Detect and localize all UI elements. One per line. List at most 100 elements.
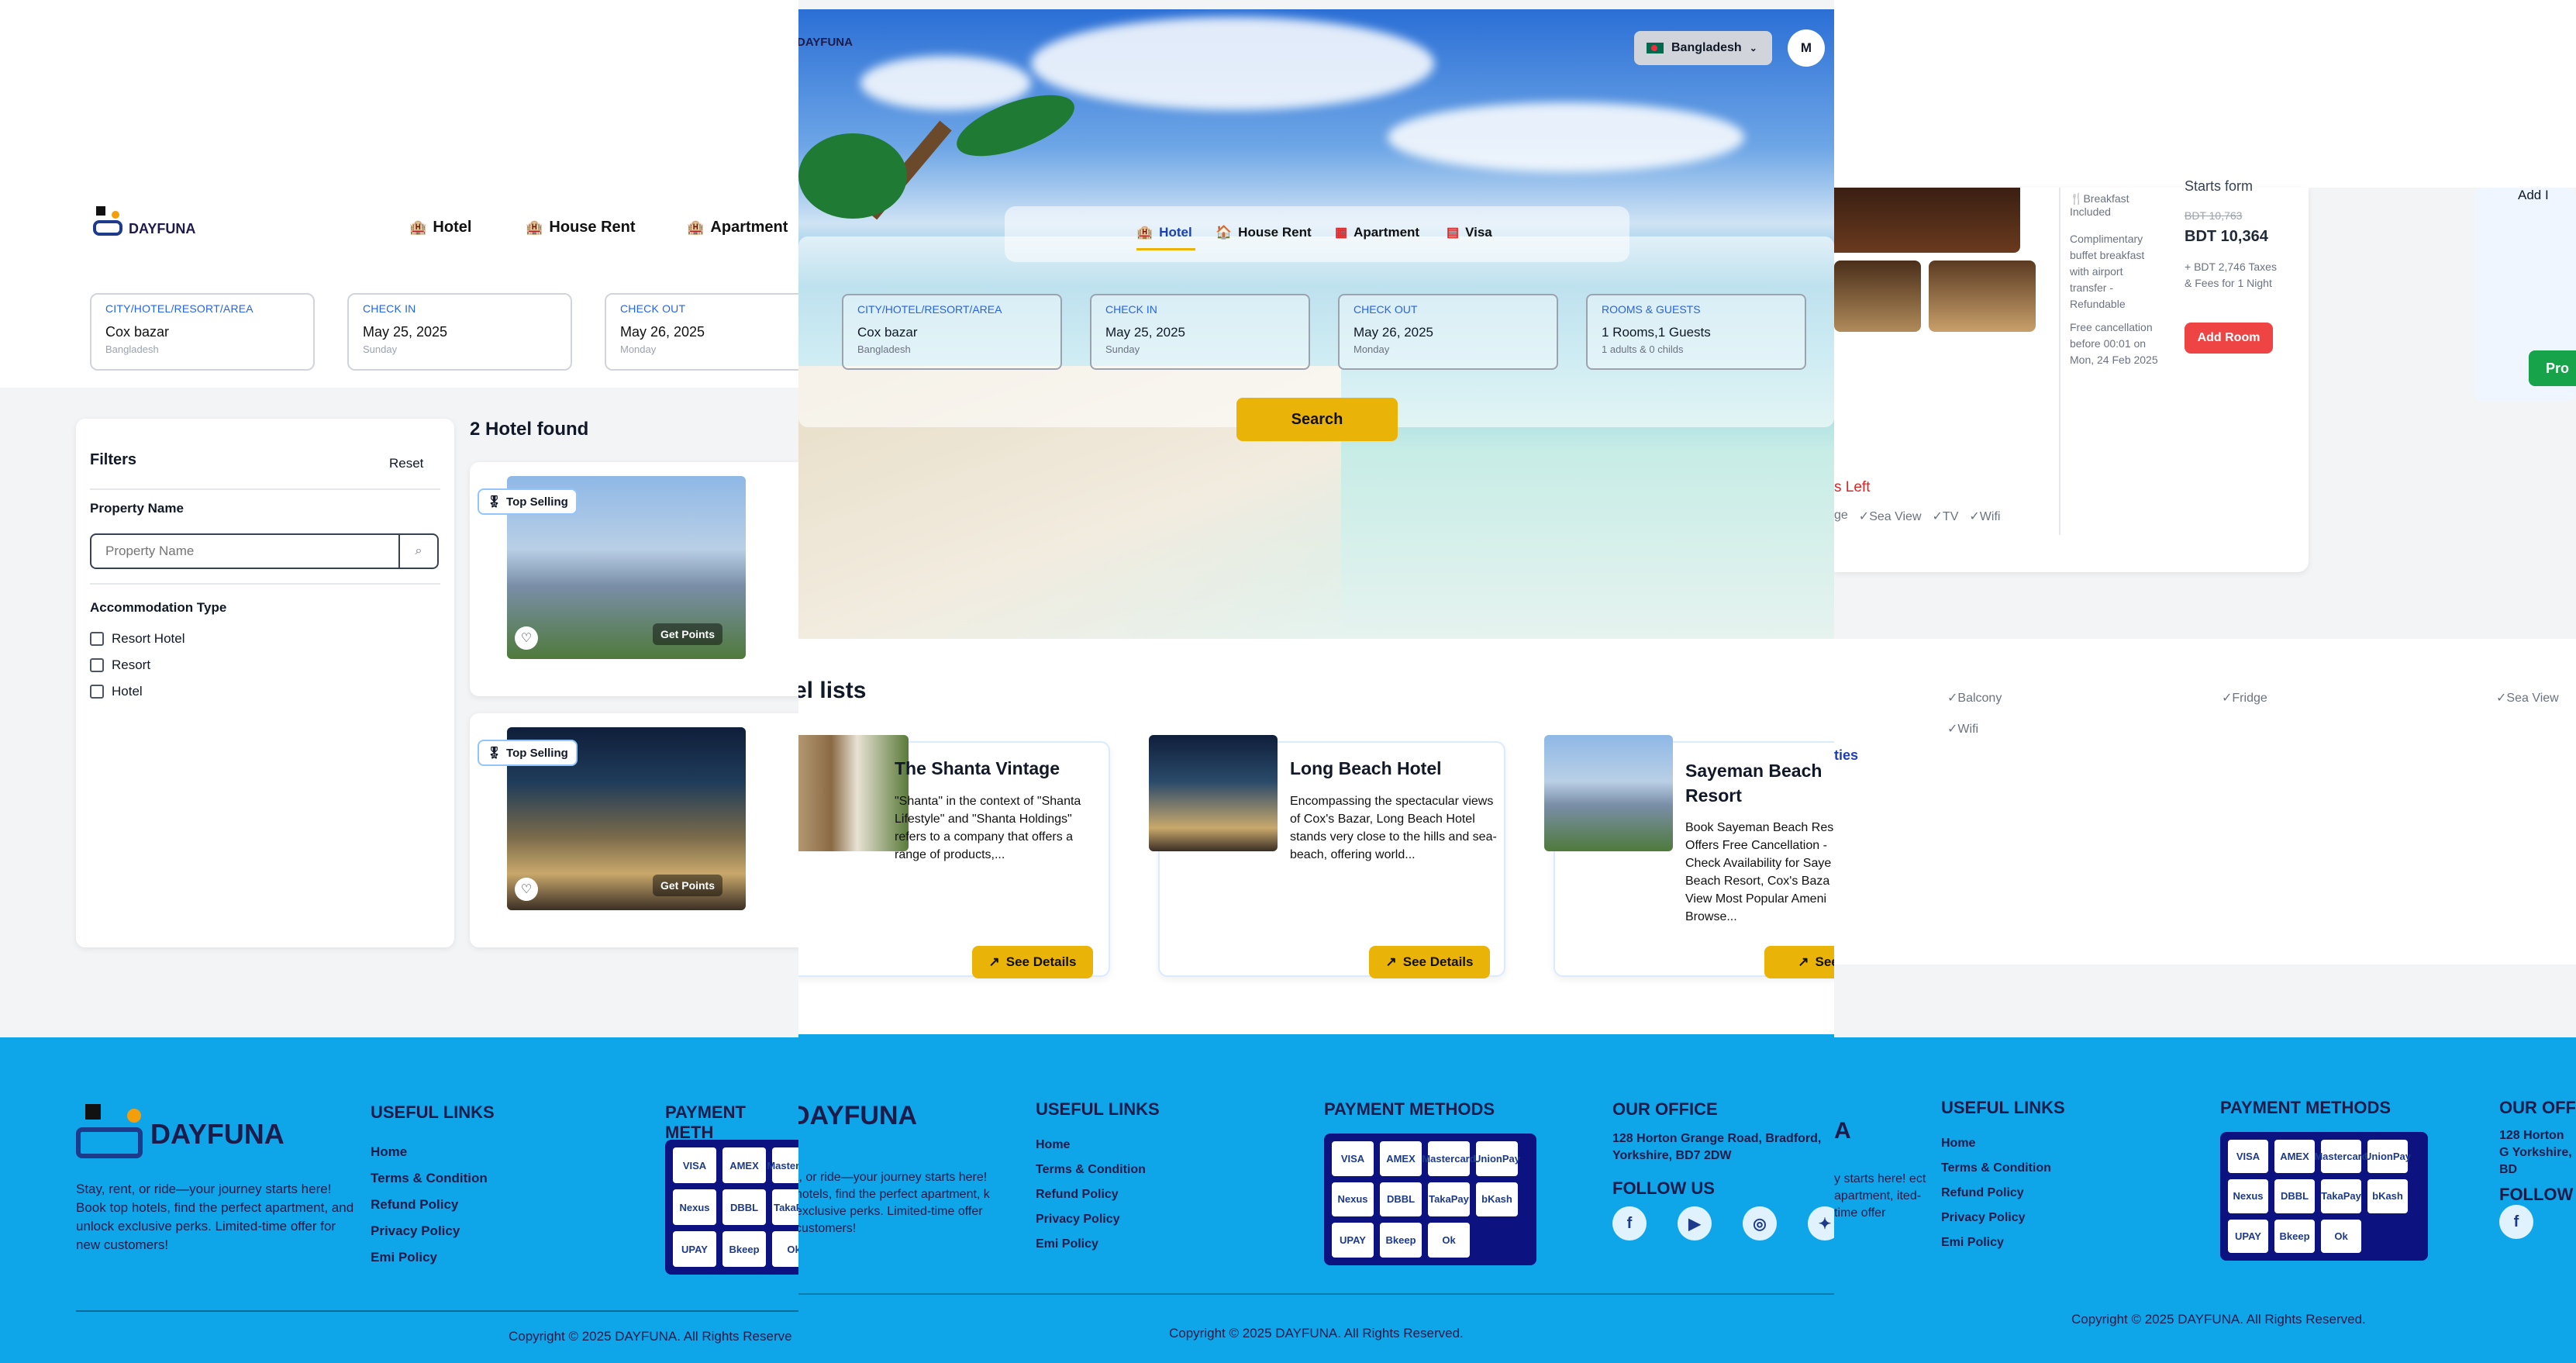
tab-label: Visa [1465,225,1492,240]
footer-link-refund[interactable]: Refund Policy [371,1197,495,1213]
footer: A y starts here! ect apartment, ited-tim… [1834,1037,2576,1363]
checkin-field[interactable]: CHECK IN May 25, 2025 Sunday [347,293,572,371]
brand-logo[interactable]: DAYFUNA [93,206,195,237]
search-icon[interactable]: ⌕ [398,535,437,568]
option-resort-hotel[interactable]: Resort Hotel [90,631,184,647]
option-hotel[interactable]: Hotel [90,684,184,699]
footer-link-home[interactable]: Home [371,1144,495,1160]
heart-icon[interactable]: ♡ [515,878,538,901]
hotel-result-card[interactable]: 🎖 Top Selling Get Points ♡ [470,713,798,947]
hero-banner: DAYFUNA Bangladesh ⌄ M 🏨 Hotel 🏠 House Ren… [798,9,1834,639]
youtube-icon[interactable]: ▶ [1678,1206,1712,1241]
top-selling-badge: 🎖 Top Selling [478,740,578,766]
proceed-button[interactable]: Pro [2529,350,2576,386]
rooms-guests-field[interactable]: ROOMS & GUESTS 1 Rooms,1 Guests 1 adults… [1586,294,1806,370]
hotel-image[interactable] [798,735,909,851]
arrow-up-right-icon: ↗ [1385,954,1397,969]
footer-logo[interactable]: DAYFUNA [76,1104,284,1158]
facebook-icon[interactable]: f [1612,1206,1647,1241]
footer-link-emi[interactable]: Emi Policy [1941,1236,2065,1250]
instagram-icon[interactable]: ◎ [1743,1206,1777,1241]
award-icon: 🎖 [487,495,502,509]
property-name-input[interactable] [91,535,398,568]
footer-link-terms[interactable]: Terms & Condition [371,1171,495,1186]
footer-link-terms[interactable]: Terms & Condition [1941,1161,2065,1175]
checkin-field[interactable]: CHECK IN May 25, 2025 Sunday [1090,294,1310,370]
see-details-button[interactable]: ↗ See Details [972,946,1093,978]
mastercard-logo: Mastercard [2314,1140,2368,1174]
accommodation-label: Accommodation Type [90,600,227,615]
footer-link-terms[interactable]: Terms & Condition [1036,1163,1160,1177]
tab-label: Hotel [1159,225,1192,240]
hotel-result-card[interactable]: 🎖 Top Selling Get Points ♡ [470,462,798,696]
checkout-label: CHECK OUT [1354,303,1418,316]
ok-logo: Ok [2321,1219,2361,1253]
heart-icon[interactable]: ♡ [515,626,538,650]
room-thumbnail[interactable] [1929,261,2036,332]
amenity: ✓TV [1932,510,1959,523]
hotel-card-long-beach[interactable]: Long Beach Hotel Encompassing the specta… [1149,735,1505,978]
footer-link-privacy[interactable]: Privacy Policy [1941,1211,2065,1225]
checkbox[interactable] [90,632,104,646]
checkout-field[interactable]: CHECK OUT May 26, 2025 Monday [1338,294,1558,370]
tab-visa[interactable]: ▤ Visa [1447,225,1492,240]
hotel-card-shanta[interactable]: The Shanta Vintage "Shanta" in the conte… [798,735,1110,978]
bkash-logo: bKash [2367,1179,2408,1213]
search-button[interactable]: Search [1236,398,1398,441]
tab-label: House Rent [1238,225,1312,240]
footer-link-home[interactable]: Home [1036,1138,1160,1152]
bangladesh-flag-icon [1647,43,1664,53]
brand-name[interactable]: DAYFUNA [798,36,853,49]
nav-hotel[interactable]: 🏨 Hotel [409,219,471,236]
hotel-image[interactable] [1544,735,1673,851]
footer-link-refund[interactable]: Refund Policy [1941,1186,2065,1200]
option-resort[interactable]: Resort [90,657,184,673]
visa-logo: VISA [673,1147,716,1183]
takapay-logo: TakaPay [1428,1182,1470,1217]
location-field[interactable]: CITY/HOTEL/RESORT/AREA Cox bazar Banglad… [90,293,315,371]
checkout-field[interactable]: CHECK OUT May 26, 2025 Monday [605,293,798,371]
room-image[interactable] [1834,188,2020,253]
nav-house-rent[interactable]: 🏨 House Rent [526,219,636,236]
nav-apartment[interactable]: 🏨 Apartment [687,219,788,236]
office: OUR OFFICE 128 Horton Grange Road, Bradf… [1612,1099,1829,1199]
reset-button[interactable]: Reset [389,456,423,471]
checkin-sub: Sunday [363,343,398,355]
checkbox[interactable] [90,658,104,672]
footer-link-refund[interactable]: Refund Policy [1036,1188,1160,1202]
facilities-link[interactable]: ties [1834,747,1858,764]
room-thumbnail[interactable] [1834,261,1921,332]
see-details-button[interactable]: ↗ See Details [1369,946,1490,978]
button-label: See D [1815,954,1835,969]
location-value: Cox bazar [105,324,170,340]
location-sub: Bangladesh [105,343,159,355]
footer-link-privacy[interactable]: Privacy Policy [1036,1213,1160,1227]
tab-hotel[interactable]: 🏨 Hotel [1136,225,1192,240]
nexus-logo: Nexus [1332,1182,1374,1217]
footer-link-emi[interactable]: Emi Policy [1036,1237,1160,1251]
add-room-button[interactable]: Add Room [2185,323,2273,354]
checkbox[interactable] [90,685,104,699]
location-field[interactable]: CITY/HOTEL/RESORT/AREA Cox bazar Banglad… [842,294,1062,370]
footer-logo[interactable]: DAYFUNA [798,1101,917,1131]
see-details-button[interactable]: ↗ See D [1764,946,1834,978]
footer-link-emi[interactable]: Emi Policy [371,1250,495,1265]
amex-logo: AMEX [722,1147,766,1183]
amenity: ✓Wifi [1969,510,2001,523]
twitter-icon[interactable]: ✦ [1808,1206,1834,1241]
avatar[interactable]: M [1788,29,1825,67]
nexus-logo: Nexus [673,1189,716,1225]
footer-link-home[interactable]: Home [1941,1137,2065,1151]
rooms-left: s Left [1834,479,1871,495]
tab-apartment[interactable]: ▦ Apartment [1335,225,1419,240]
get-points-badge: Get Points [653,623,723,645]
hotel-image[interactable] [1149,735,1278,851]
starts-from-label: Starts form [2185,178,2254,194]
facebook-icon[interactable]: f [2499,1205,2533,1239]
hotel-card-sayeman[interactable]: Sayeman Beach Resort Book Sayeman Beach … [1544,735,1834,978]
dbbl-logo: DBBL [1380,1182,1422,1217]
footer-link-privacy[interactable]: Privacy Policy [371,1223,495,1239]
country-selector[interactable]: Bangladesh ⌄ [1634,31,1772,65]
tab-house-rent[interactable]: 🏠 House Rent [1216,225,1312,240]
nav-house-rent-label: House Rent [549,219,636,236]
